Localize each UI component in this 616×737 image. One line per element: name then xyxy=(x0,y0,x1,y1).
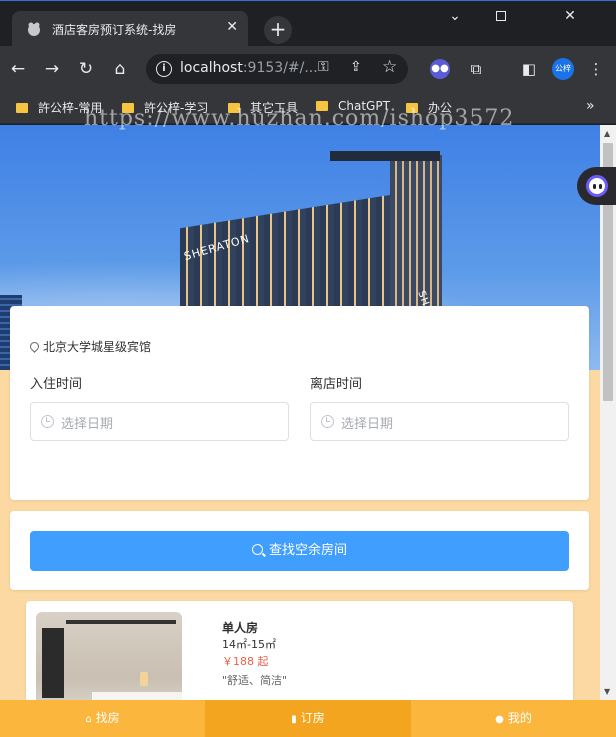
share-icon[interactable]: ⇪ xyxy=(350,59,362,75)
browser-tab[interactable]: 酒店客房预订系统-找房 ✕ xyxy=(12,11,248,47)
search-icon xyxy=(251,544,263,555)
forward-arrow-icon[interactable]: → xyxy=(42,59,62,79)
checkout-date-picker[interactable]: 选择日期 xyxy=(310,402,569,441)
nav-find-rooms[interactable]: ⌂ 找房 xyxy=(0,700,205,737)
room-name: 单人房 xyxy=(222,621,259,635)
tab-close-icon[interactable]: ✕ xyxy=(226,19,238,35)
folder-icon xyxy=(316,101,328,111)
window-dropdown-button[interactable]: ⌄ xyxy=(432,1,478,31)
reload-icon[interactable]: ↻ xyxy=(76,59,96,79)
window-close-button[interactable]: ✕ xyxy=(524,1,616,31)
hotel-location: 北京大学城星级宾馆 xyxy=(28,338,151,355)
clock-icon xyxy=(41,415,54,428)
side-panel-icon[interactable]: ◧ xyxy=(519,59,539,79)
folder-icon xyxy=(122,103,134,113)
url-text[interactable]: localhost:9153/#/... xyxy=(180,60,318,76)
checkout-label: 离店时间 xyxy=(310,377,363,392)
tab-title: 酒店客房预订系统-找房 xyxy=(52,23,177,37)
nav-book-rooms[interactable]: ▮ 订房 xyxy=(205,700,411,737)
window-maximize-button[interactable] xyxy=(478,1,524,31)
search-button-card: 查找空余房间 xyxy=(10,511,589,590)
app-favicon-icon xyxy=(28,22,40,36)
browser-menu-icon[interactable]: ⋮ xyxy=(586,59,606,79)
bookmark-folder[interactable]: 許公梓-常用 xyxy=(16,99,102,116)
location-pin-icon xyxy=(28,340,41,353)
browser-toolbar: ← → ↻ ⌂ i localhost:9153/#/... ⚿ ⇪ ☆ ●● … xyxy=(0,46,616,92)
address-bar[interactable]: i localhost:9153/#/... ⚿ ⇪ ☆ xyxy=(146,54,408,84)
clock-icon xyxy=(321,415,334,428)
bottom-nav: ⌂ 找房 ▮ 订房 ● 我的 xyxy=(0,700,616,737)
room-size: 14㎡-15㎡ xyxy=(222,638,276,651)
search-card: 北京大学城星级宾馆 入住时间 离店时间 选择日期 选择日期 xyxy=(10,306,589,500)
site-info-icon[interactable]: i xyxy=(156,61,172,77)
home-icon: ⌂ xyxy=(85,714,92,725)
user-icon: ● xyxy=(495,714,504,725)
profile-avatar[interactable]: 公梓 xyxy=(552,58,574,80)
bookmark-folder[interactable]: 其它工具 xyxy=(228,99,298,116)
checkin-label: 入住时间 xyxy=(30,377,83,392)
page-viewport: SHERATON SHERATON 北京大学城星级宾馆 入住时间 离店时间 选择… xyxy=(0,125,600,737)
assistant-face-icon xyxy=(586,175,608,197)
browser-titlebar: 酒店客房预订系统-找房 ✕ + ⌄ ✕ xyxy=(0,0,616,47)
home-icon[interactable]: ⌂ xyxy=(110,59,130,79)
document-icon: ▮ xyxy=(291,714,297,725)
scroll-up-icon[interactable]: ▲ xyxy=(604,129,610,138)
bookmark-folder[interactable]: ChatGPT xyxy=(316,99,390,113)
new-tab-button[interactable]: + xyxy=(264,16,292,44)
bookmarks-overflow-icon[interactable]: » xyxy=(586,98,595,114)
folder-icon xyxy=(406,103,418,113)
bookmark-folder[interactable]: 許公梓-学习 xyxy=(122,99,208,116)
checkout-placeholder: 选择日期 xyxy=(341,417,394,432)
folder-icon xyxy=(228,103,240,113)
checkin-date-picker[interactable]: 选择日期 xyxy=(30,402,289,441)
bookmark-folder[interactable]: 办公 xyxy=(406,99,452,116)
room-price: ￥188 起 xyxy=(222,655,269,668)
scroll-down-icon[interactable]: ▼ xyxy=(604,687,610,696)
room-description: "舒适、简洁" xyxy=(222,674,288,687)
extensions-puzzle-icon[interactable]: ⧉ xyxy=(466,59,486,79)
back-arrow-icon[interactable]: ← xyxy=(8,59,28,79)
extension-assistant-icon[interactable]: ●● xyxy=(430,59,450,79)
floating-assistant-button[interactable] xyxy=(577,167,616,205)
checkin-placeholder: 选择日期 xyxy=(61,417,114,432)
bookmark-star-icon[interactable]: ☆ xyxy=(382,57,397,77)
folder-icon xyxy=(16,103,28,113)
find-rooms-button[interactable]: 查找空余房间 xyxy=(30,531,569,571)
page-scrollbar[interactable]: ▲ ▼ xyxy=(600,125,616,700)
nav-my-account[interactable]: ● 我的 xyxy=(411,700,616,737)
bookmarks-bar: 許公梓-常用 許公梓-学习 其它工具 ChatGPT 办公 » xyxy=(0,92,616,124)
password-key-icon[interactable]: ⚿ xyxy=(318,59,329,75)
